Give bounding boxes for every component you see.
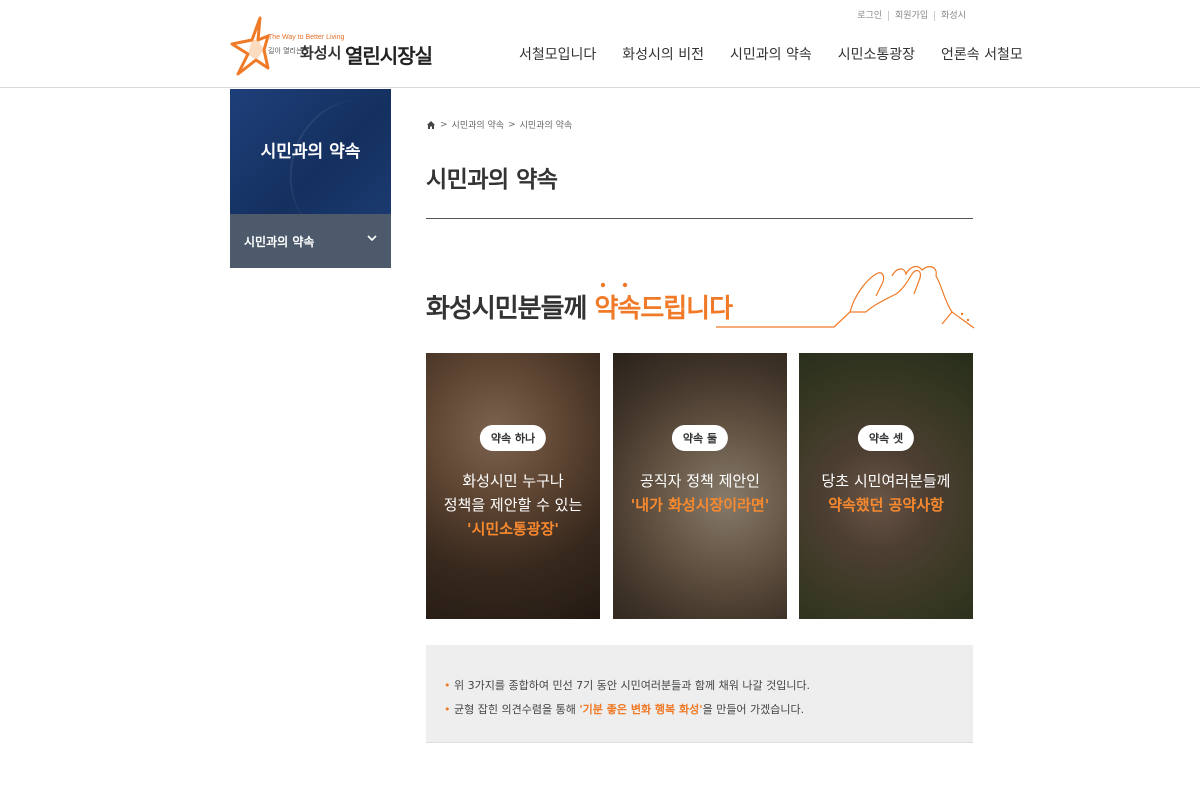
- logo-small-text: 길이 열리는: [268, 47, 303, 55]
- utility-links: 로그인 회원가입 화성시: [851, 11, 972, 21]
- chevron-down-icon: [367, 235, 377, 242]
- site-logo[interactable]: The Way to Better Living 길이 열리는 화성시 열린시장…: [230, 16, 440, 76]
- breadcrumb-separator: >: [508, 119, 516, 130]
- notice-box: 위 3가지를 종합하여 민선 7기 동안 시민여러분들과 함께 채워 나갈 것입…: [426, 645, 973, 743]
- logo-city: 화성시: [300, 44, 342, 62]
- city-home-link[interactable]: 화성시: [934, 11, 972, 21]
- logo-tagline: The Way to Better Living: [268, 34, 345, 41]
- card-highlight: '시민소통광장': [467, 520, 559, 538]
- breadcrumb: > 시민과의 약속 > 시민과의 약속: [426, 118, 572, 131]
- promise-cards: 약속 하나 화성시민 누구나 정책을 제안할 수 있는 '시민소통광장' 약속 …: [426, 353, 973, 619]
- nav-item-press[interactable]: 언론속 서철모: [928, 44, 1036, 64]
- card-badge: 약속 둘: [671, 425, 729, 451]
- breadcrumb-separator: >: [440, 119, 448, 130]
- main-nav: 서철모입니다 화성시의 비전 시민과의 약속 시민소통광장 언론속 서철모: [506, 44, 1036, 64]
- card-text: 공직자 정책 제안인 '내가 화성시장이라면': [613, 469, 787, 517]
- promise-card-one[interactable]: 약속 하나 화성시민 누구나 정책을 제안할 수 있는 '시민소통광장': [426, 353, 600, 619]
- pinky-promise-hands-icon: [716, 265, 974, 329]
- breadcrumb-item[interactable]: 시민과의 약속: [452, 118, 505, 131]
- notice-line: 균형 잡힌 의견수렴을 통해 '기분 좋은 변화 행복 화성'을 만들어 가겠습…: [444, 698, 810, 722]
- emphasis-dots-icon: [600, 282, 627, 288]
- page-title: 시민과의 약속: [426, 167, 558, 193]
- home-icon[interactable]: [426, 120, 436, 130]
- breadcrumb-item[interactable]: 시민과의 약속: [520, 118, 573, 131]
- nav-item-intro[interactable]: 서철모입니다: [506, 44, 609, 64]
- card-highlight: '내가 화성시장이라면': [630, 496, 770, 514]
- notice-line: 위 3가지를 종합하여 민선 7기 동안 시민여러분들과 함께 채워 나갈 것입…: [444, 674, 810, 698]
- sidebar-item-label: 시민과의 약속: [244, 235, 315, 249]
- card-text: 당초 시민여러분들께 약속했던 공약사항: [799, 469, 973, 517]
- logo-office: 열린시장실: [345, 44, 433, 68]
- card-badge: 약속 하나: [479, 425, 547, 451]
- nav-item-vision[interactable]: 화성시의 비전: [609, 44, 717, 64]
- nav-item-plaza[interactable]: 시민소통광장: [825, 44, 928, 64]
- card-badge: 약속 셋: [857, 425, 915, 451]
- promise-heading: 화성시민분들께 약속드립니다: [426, 282, 733, 325]
- promise-heading-prefix: 화성시민분들께: [426, 294, 595, 324]
- promise-card-three[interactable]: 약속 셋 당초 시민여러분들께 약속했던 공약사항: [799, 353, 973, 619]
- sidebar-item-promise[interactable]: 시민과의 약속: [230, 214, 391, 268]
- star-logo-icon: [230, 16, 270, 76]
- sidebar-title: 시민과의 약속: [260, 142, 361, 162]
- promise-card-two[interactable]: 약속 둘 공직자 정책 제안인 '내가 화성시장이라면': [613, 353, 787, 619]
- notice-highlight: '기분 좋은 변화 행복 화성': [579, 703, 703, 716]
- signup-link[interactable]: 회원가입: [888, 11, 934, 21]
- nav-item-promise[interactable]: 시민과의 약속: [717, 44, 825, 64]
- login-link[interactable]: 로그인: [851, 11, 888, 21]
- site-header: The Way to Better Living 길이 열리는 화성시 열린시장…: [0, 0, 1200, 88]
- sidebar-banner: 시민과의 약속: [230, 89, 391, 214]
- title-divider: [426, 218, 973, 219]
- promise-heading-accent: 약속드립니다: [595, 282, 733, 324]
- card-text: 화성시민 누구나 정책을 제안할 수 있는 '시민소통광장': [426, 469, 600, 541]
- card-highlight: 약속했던 공약사항: [828, 496, 944, 514]
